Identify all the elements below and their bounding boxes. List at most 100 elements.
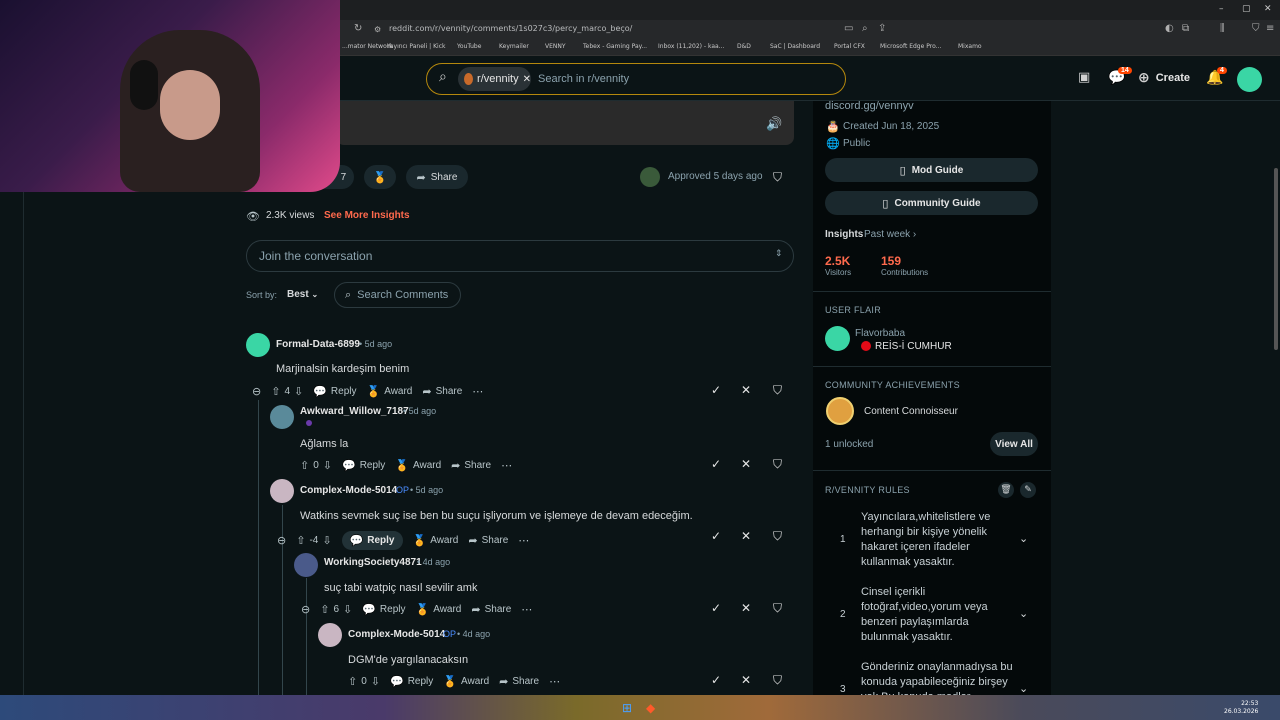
- community-link[interactable]: discord.gg/vennyv: [825, 100, 914, 112]
- taskbar-clock[interactable]: 22:53 26.03.2026: [1224, 700, 1258, 716]
- mod-shield-icon[interactable]: ⛉: [773, 673, 782, 688]
- bookmark-item[interactable]: YouTube: [457, 43, 481, 50]
- upvote-icon[interactable]: ⇧: [320, 603, 329, 616]
- award-button[interactable]: 🏅 Award: [367, 385, 413, 398]
- mod-shield-icon[interactable]: ⛉: [773, 383, 782, 398]
- reply-button[interactable]: 💬 Reply: [390, 675, 433, 688]
- award-button[interactable]: 🏅 Award: [443, 675, 489, 688]
- close-window-button[interactable]: ✕: [1264, 4, 1272, 14]
- chevron-down-icon[interactable]: ⌄: [1019, 682, 1028, 695]
- library-icon[interactable]: ⫼: [1220, 23, 1225, 34]
- comment-avatar[interactable]: [318, 623, 342, 647]
- mod-shield-icon[interactable]: ⛉: [773, 601, 782, 616]
- reply-button[interactable]: 💬 Reply: [313, 385, 356, 398]
- comment-author[interactable]: WorkingSociety4871: [324, 557, 422, 568]
- comment-avatar[interactable]: [294, 553, 318, 577]
- chevron-down-icon[interactable]: ⌄: [1019, 607, 1028, 620]
- comment-author[interactable]: Complex-Mode-5014: [300, 485, 397, 496]
- more-options-icon[interactable]: ⋯: [472, 385, 483, 398]
- bookmark-item[interactable]: Inbox (11,202) - kaa...: [658, 43, 724, 50]
- search-comments[interactable]: ⌕ Search Comments: [334, 282, 461, 308]
- mod-shield-icon[interactable]: ⛉: [773, 529, 782, 544]
- insights-link[interactable]: See More Insights: [324, 210, 410, 221]
- collapse-icon[interactable]: ⊖: [301, 603, 310, 616]
- collapse-icon[interactable]: ⊖: [277, 534, 286, 547]
- minimize-button[interactable]: –: [1219, 4, 1224, 14]
- approve-icon[interactable]: ✓: [711, 673, 721, 687]
- zoom-icon[interactable]: ⌕: [862, 23, 868, 34]
- approve-icon[interactable]: ✓: [711, 383, 721, 397]
- downvote-icon[interactable]: ⇩: [323, 459, 332, 472]
- downvote-icon[interactable]: ⇩: [294, 385, 303, 398]
- upvote-icon[interactable]: ⇧: [348, 675, 357, 688]
- shield-icon[interactable]: ⛉: [1252, 23, 1260, 34]
- search-input[interactable]: Search in r/vennity: [538, 73, 629, 85]
- bookmark-item[interactable]: Tebex - Gaming Pay...: [583, 43, 647, 50]
- refresh-icon[interactable]: ↻: [354, 23, 362, 34]
- subreddit-chip[interactable]: r/vennity ✕: [458, 67, 531, 91]
- upvote-icon[interactable]: ⇧: [296, 534, 305, 547]
- post-video[interactable]: 🔊: [336, 101, 794, 145]
- advertise-icon[interactable]: ▣: [1078, 70, 1090, 85]
- achievement-name[interactable]: Content Connoisseur: [864, 406, 958, 417]
- windows-start-icon[interactable]: ⊞: [622, 701, 632, 715]
- maximize-button[interactable]: ▢: [1242, 4, 1251, 14]
- approve-icon[interactable]: ✓: [711, 457, 721, 471]
- bookmark-item[interactable]: ...mator Network: [342, 43, 393, 50]
- upvote-icon[interactable]: ⇧: [271, 385, 280, 398]
- edit-icon[interactable]: ✎: [1020, 482, 1036, 498]
- remove-icon[interactable]: ✕: [741, 457, 751, 471]
- bookmark-item[interactable]: D&D: [737, 43, 751, 50]
- downvote-icon[interactable]: ⇩: [343, 603, 352, 616]
- approve-icon[interactable]: ✓: [711, 601, 721, 615]
- chevron-down-icon[interactable]: ⌄: [1019, 532, 1028, 545]
- award-button[interactable]: 🏅 Award: [413, 534, 459, 547]
- reply-button[interactable]: 💬 Reply: [342, 459, 385, 472]
- expand-editor-icon[interactable]: ⇕: [775, 248, 783, 259]
- volume-icon[interactable]: 🔊: [766, 117, 782, 132]
- upvote-icon[interactable]: ⇧: [300, 459, 309, 472]
- bookmark-item[interactable]: VENNY: [545, 43, 566, 50]
- share-button[interactable]: ➦ Share: [451, 459, 491, 472]
- share-button[interactable]: ➦ Share: [406, 165, 468, 189]
- share-page-icon[interactable]: ⇪: [878, 23, 886, 34]
- comment-author[interactable]: Formal-Data-6899: [276, 339, 360, 350]
- comment-author[interactable]: Complex-Mode-5014: [348, 629, 445, 640]
- share-button[interactable]: ➦ Share: [471, 603, 511, 616]
- sort-dropdown[interactable]: Best ⌄: [287, 289, 318, 300]
- more-options-icon[interactable]: ⋯: [521, 603, 532, 616]
- bookmark-item[interactable]: Keymailer: [499, 43, 529, 50]
- reply-button[interactable]: 💬 Reply: [362, 603, 405, 616]
- award-button[interactable]: 🏅 Award: [416, 603, 462, 616]
- thread-line[interactable]: [258, 400, 259, 695]
- mod-shield-icon[interactable]: ⛉: [773, 170, 782, 185]
- brave-browser-icon[interactable]: ◆: [646, 701, 655, 715]
- mod-guide-button[interactable]: ▯ Mod Guide: [825, 158, 1038, 182]
- bookmark-item[interactable]: SaC | Dashboard: [770, 43, 820, 50]
- comment-avatar[interactable]: [270, 479, 294, 503]
- more-options-icon[interactable]: ⋯: [501, 459, 512, 472]
- comment-placeholder[interactable]: Join the conversation: [259, 249, 372, 263]
- mod-shield-icon[interactable]: ⛉: [773, 457, 782, 472]
- bookmark-item[interactable]: Yayıncı Paneli | Kick: [387, 43, 445, 50]
- trash-icon[interactable]: 🗑: [998, 482, 1014, 498]
- downvote-icon[interactable]: ⇩: [371, 675, 380, 688]
- remove-icon[interactable]: ✕: [741, 673, 751, 687]
- remove-icon[interactable]: ✕: [741, 601, 751, 615]
- approve-icon[interactable]: ✓: [711, 529, 721, 543]
- bookmark-item[interactable]: Mixamo: [958, 43, 982, 50]
- share-button[interactable]: ➦ Share: [422, 385, 462, 398]
- comment-avatar[interactable]: [270, 405, 294, 429]
- chip-remove-icon[interactable]: ✕: [523, 74, 531, 85]
- more-options-icon[interactable]: ⋯: [518, 534, 529, 547]
- reply-button[interactable]: 💬 Reply: [341, 531, 403, 550]
- site-info-icon[interactable]: ⚙: [374, 25, 381, 34]
- create-button[interactable]: ⊕ Create: [1138, 70, 1190, 86]
- share-button[interactable]: ➦ Share: [468, 534, 508, 547]
- downvote-icon[interactable]: ⇩: [322, 534, 331, 547]
- share-button[interactable]: ➦ Share: [499, 675, 539, 688]
- collapse-icon[interactable]: ⊖: [252, 385, 261, 398]
- url-text[interactable]: reddit.com/r/vennity/comments/1s027c3/pe…: [389, 24, 632, 33]
- view-all-button[interactable]: View All: [990, 432, 1038, 456]
- award-button[interactable]: 🏅 Award: [395, 459, 441, 472]
